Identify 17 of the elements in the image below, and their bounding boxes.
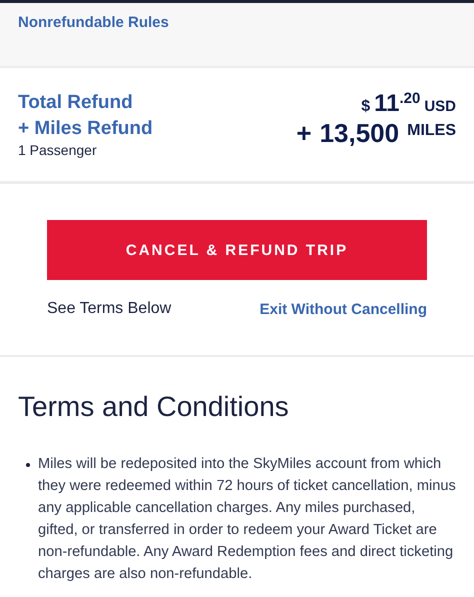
refund-title: + Miles Refund	[18, 117, 153, 141]
miles-prefix: +	[296, 118, 312, 149]
cancel-refund-button[interactable]: CANCEL & REFUND TRIP	[47, 220, 427, 280]
miles-unit: MILES	[407, 122, 456, 140]
passenger-count: 1 Passenger	[18, 142, 98, 158]
miles-amount: 13,500	[320, 118, 400, 149]
refund-cents: .20	[399, 90, 420, 107]
refund-dollars: 11	[374, 90, 400, 118]
currency-symbol: $	[361, 98, 370, 116]
terms-paragraph: Miles will be redeposited into the SkyMiles account from which they were redeemed within 72 hours of ticket cancellation, minus any applicable cancellation charges. Any miles purchased, gifted, or transferred in order to redeem your Award Ticket are non-refundable. Any Award Redemption fees and direct ticketing charges are also non-refundable.	[38, 455, 456, 584]
bullet-icon	[26, 463, 30, 467]
exit-link[interactable]: Exit Without Cancelling	[260, 300, 427, 318]
nonrefundable-rules-link[interactable]: Nonrefundable Rules	[18, 14, 169, 31]
see-terms-text: See Terms Below	[47, 300, 172, 318]
refund-title: Total Refund	[18, 91, 134, 115]
terms-title: Terms and Conditions	[18, 391, 290, 423]
currency-code: USD	[424, 98, 456, 115]
